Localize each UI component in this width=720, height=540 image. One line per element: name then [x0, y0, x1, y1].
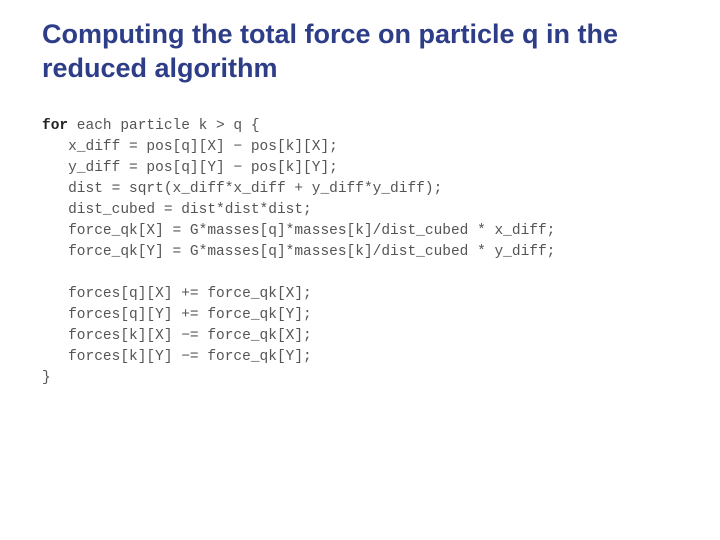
code-line-2: y_diff = pos[q][Y] − pos[k][Y];	[42, 160, 338, 176]
for-keyword: for	[42, 118, 68, 134]
slide-title: Computing the total force on particle q …	[42, 18, 690, 86]
code-line-5: force_qk[X] = G*masses[q]*masses[k]/dist…	[42, 223, 555, 239]
code-block: for each particle k > q { x_diff = pos[q…	[42, 116, 690, 389]
code-line-9: forces[q][Y] += force_qk[Y];	[42, 307, 312, 323]
code-line-4: dist_cubed = dist*dist*dist;	[42, 202, 312, 218]
code-line-8: forces[q][X] += force_qk[X];	[42, 286, 312, 302]
code-line-3: dist = sqrt(x_diff*x_diff + y_diff*y_dif…	[42, 181, 442, 197]
code-line-10: forces[k][X] −= force_qk[X];	[42, 328, 312, 344]
code-line-11: forces[k][Y] −= force_qk[Y];	[42, 349, 312, 365]
code-line-6: force_qk[Y] = G*masses[q]*masses[k]/dist…	[42, 244, 555, 260]
code-line-1: x_diff = pos[q][X] − pos[k][X];	[42, 139, 338, 155]
code-line-0: each particle k > q {	[68, 118, 259, 134]
code-line-12: }	[42, 370, 51, 386]
slide: Computing the total force on particle q …	[0, 0, 720, 540]
